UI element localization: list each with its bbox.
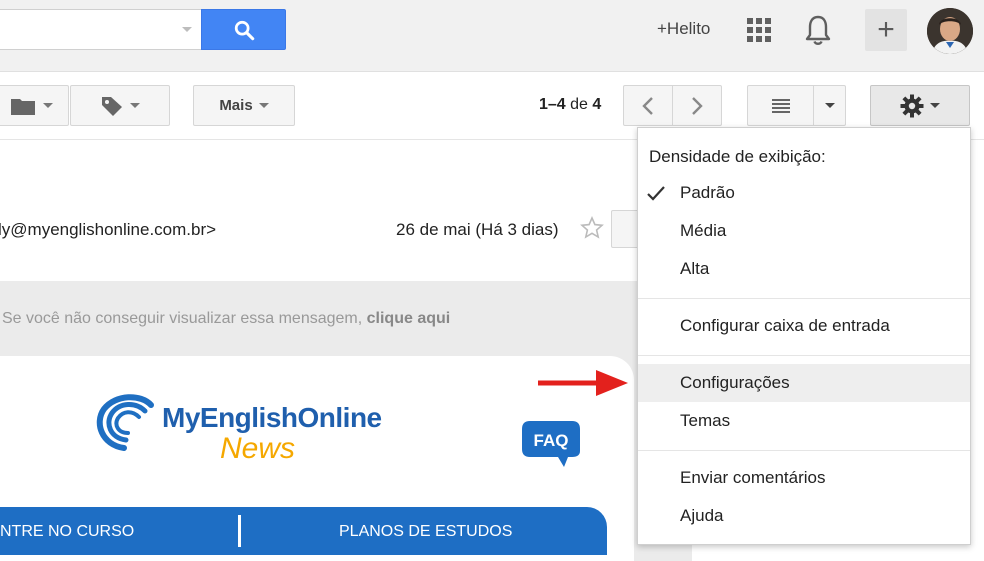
menu-item-label: Média — [680, 221, 727, 240]
user-profile-link[interactable]: +Helito — [657, 19, 710, 39]
menu-separator — [638, 450, 970, 451]
search-icon — [234, 20, 254, 40]
sender-email: ly@myenglishonline.com.br> — [0, 220, 217, 239]
menu-item-label: Ajuda — [680, 506, 724, 525]
plus-icon: + — [877, 13, 895, 46]
chevron-down-icon — [130, 103, 140, 108]
menu-item-label: Alta — [680, 259, 710, 278]
view-online-link[interactable]: clique aqui — [367, 310, 451, 327]
view-online-text: Se você não conseguir visualizar essa me… — [2, 310, 367, 327]
pagination-of: de — [570, 96, 588, 113]
pagination-total: 4 — [592, 96, 602, 113]
view-online-notice: Se você não conseguir visualizar essa me… — [2, 310, 450, 328]
search-input[interactable] — [0, 9, 202, 50]
density-heading: Densidade de exibição: — [649, 147, 826, 166]
plus-button[interactable]: + — [865, 9, 907, 51]
top-header: +Helito + — [0, 0, 984, 72]
email-meta-row: ly@myenglishonline.com.br> 26 de mai (Há… — [0, 202, 640, 258]
settings-button[interactable] — [870, 85, 970, 126]
apps-grid-icon[interactable] — [747, 18, 771, 42]
menu-item-label: Configurações — [680, 373, 790, 392]
more-actions-button[interactable]: Mais — [193, 85, 295, 126]
list-density-icon — [771, 98, 790, 113]
nav-link-study-plans[interactable]: PLANOS DE ESTUDOS — [339, 523, 512, 541]
nav-separator — [238, 515, 241, 547]
menu-item-help[interactable]: Ajuda — [638, 497, 970, 535]
menu-item-density-compact[interactable]: Alta — [638, 250, 970, 288]
faq-badge[interactable]: FAQ — [522, 421, 580, 467]
check-icon — [647, 186, 665, 201]
menu-separator — [638, 298, 970, 299]
faq-label: FAQ — [534, 431, 569, 450]
menu-separator — [638, 355, 970, 356]
logo-text-main: MyEnglishOnline — [162, 402, 382, 433]
labels-button[interactable] — [70, 85, 170, 126]
menu-item-label: Enviar comentários — [680, 468, 826, 487]
menu-item-density-medium[interactable]: Média — [638, 212, 970, 250]
menu-item-themes[interactable]: Temas — [638, 402, 970, 440]
gear-icon — [900, 94, 924, 117]
email-date: 26 de mai (Há 3 dias) — [396, 220, 559, 239]
move-to-folder-button[interactable] — [0, 85, 69, 126]
bell-icon[interactable] — [804, 14, 832, 46]
pagination-range: 1–4 — [539, 96, 566, 113]
search-button[interactable] — [201, 9, 286, 50]
logo-text-news: News — [220, 432, 296, 465]
newsletter-nav: NTRE NO CURSO PLANOS DE ESTUDOS — [0, 507, 607, 555]
star-icon[interactable] — [580, 216, 604, 240]
more-actions-label: Mais — [219, 97, 253, 114]
density-button[interactable] — [747, 85, 814, 126]
menu-item-configure-inbox[interactable]: Configurar caixa de entrada — [638, 307, 970, 345]
avatar[interactable] — [927, 8, 973, 54]
nav-link-enter-course[interactable]: NTRE NO CURSO — [0, 523, 134, 541]
chevron-right-icon — [692, 96, 703, 115]
search-options-caret[interactable] — [182, 27, 192, 32]
menu-item-send-feedback[interactable]: Enviar comentários — [638, 459, 970, 497]
myenglishonline-logo-icon — [96, 394, 154, 451]
menu-item-settings[interactable]: Configurações — [638, 364, 970, 402]
density-dropdown-button[interactable] — [813, 85, 846, 126]
older-button[interactable] — [672, 85, 722, 126]
chevron-left-icon — [642, 96, 653, 115]
newer-button[interactable] — [623, 85, 673, 126]
menu-item-density-standard[interactable]: Padrão — [638, 174, 970, 212]
chevron-down-icon — [42, 103, 53, 108]
pagination-count: 1–4 de 4 — [539, 96, 601, 114]
chevron-down-icon — [258, 103, 269, 108]
label-icon — [102, 96, 122, 116]
menu-item-label: Configurar caixa de entrada — [680, 316, 890, 335]
folder-icon — [10, 98, 35, 115]
chevron-down-icon — [930, 103, 940, 108]
annotation-arrow-icon — [538, 370, 628, 396]
settings-menu: Densidade de exibição: Padrão Média Alta… — [637, 127, 971, 545]
chevron-down-icon — [824, 103, 835, 108]
menu-item-label: Padrão — [680, 183, 735, 202]
menu-item-label: Temas — [680, 411, 731, 430]
